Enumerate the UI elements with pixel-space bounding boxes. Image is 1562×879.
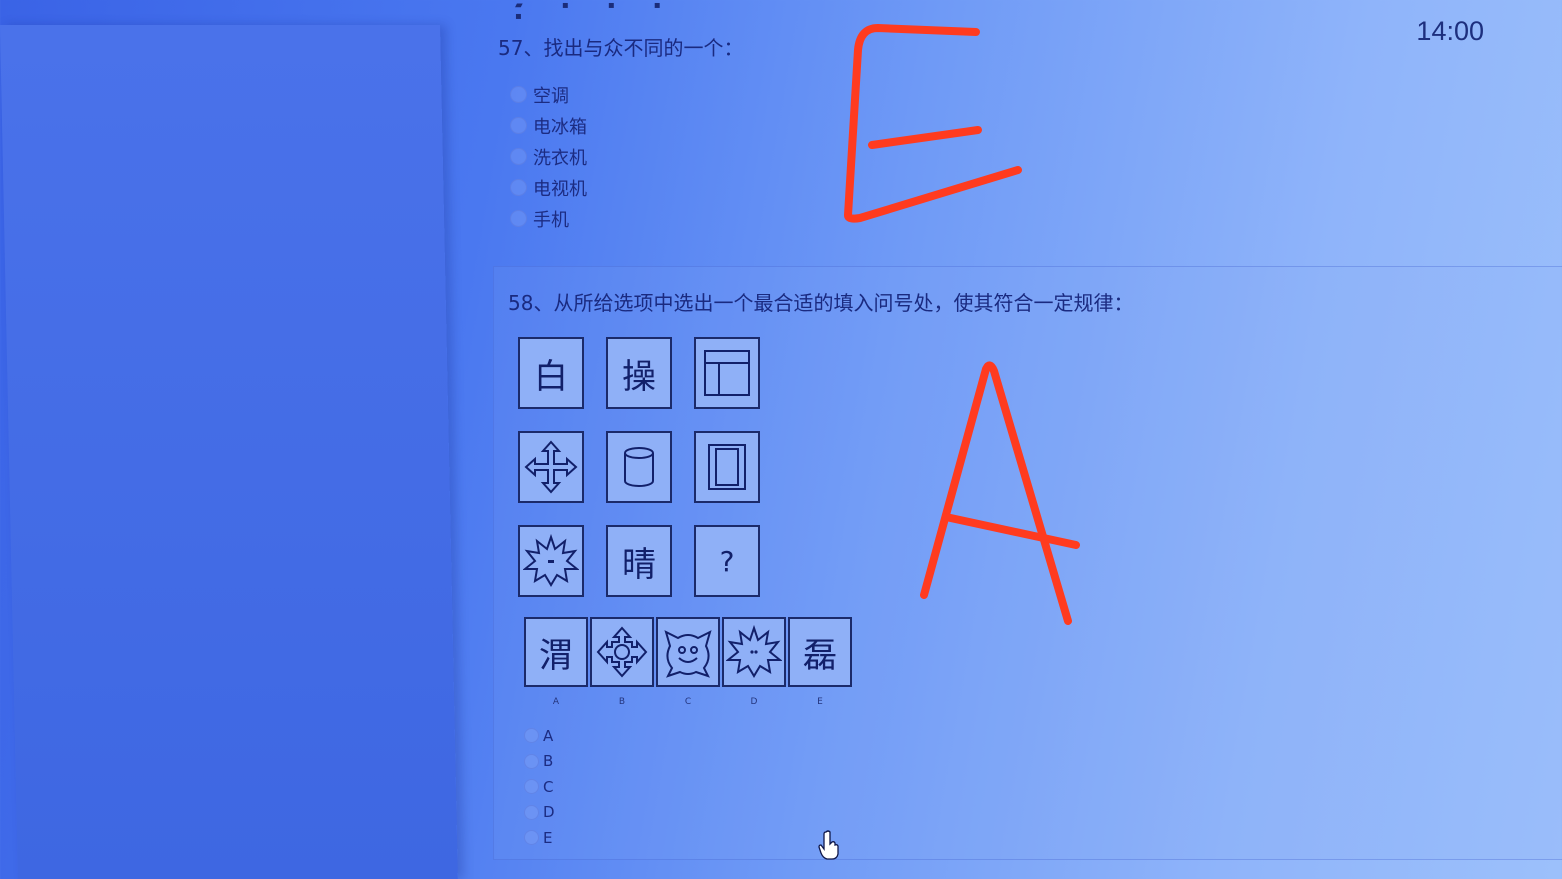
cylinder-icon <box>606 431 672 503</box>
q58-options: A B C D E <box>524 723 555 851</box>
radio-button[interactable] <box>524 753 539 769</box>
top-toolbar-glyphs: ▰ ▪ ▪ ▪ ▪ <box>515 0 679 22</box>
question-58: 58、从所给选项中选出一个最合适的填入问号处，使其符合一定规律： 白 操 晴 ?… <box>493 266 1562 860</box>
radio-button[interactable] <box>510 148 527 165</box>
four-arrows-icon <box>518 431 584 503</box>
q58-option[interactable]: C <box>524 774 555 800</box>
answer-figure-c: C <box>656 617 720 707</box>
figure-grid: 白 操 晴 ? <box>518 337 760 597</box>
q57-option[interactable]: 电冰箱 <box>510 110 743 141</box>
q57-option[interactable]: 手机 <box>510 203 743 234</box>
question-57-title: 57、找出与众不同的一个： <box>498 36 744 60</box>
answer-figure-text: 磊 <box>788 617 852 687</box>
handwritten-e-annotation <box>844 24 1022 223</box>
answer-letter: A <box>552 697 560 707</box>
q58-option[interactable]: D <box>524 800 555 826</box>
answer-figure-e: 磊 E <box>788 617 852 707</box>
q58-option[interactable]: A <box>524 723 555 749</box>
q58-option[interactable]: B <box>524 749 555 775</box>
radio-button[interactable] <box>510 179 527 196</box>
q57-option[interactable]: 电视机 <box>510 172 743 203</box>
q57-option[interactable]: 洗衣机 <box>510 141 743 172</box>
answer-letter: C <box>684 697 692 707</box>
radio-button[interactable] <box>510 117 527 134</box>
hand-cursor-icon <box>818 830 839 860</box>
double-rectangle-icon <box>694 431 760 503</box>
radio-button[interactable] <box>510 86 527 103</box>
answer-figure-d: D <box>722 617 786 707</box>
question-58-title: 58、从所给选项中选出一个最合适的填入问号处，使其符合一定规律： <box>508 291 1134 315</box>
answer-letter: D <box>750 697 758 707</box>
answer-figure-a: 渭 A <box>524 617 588 707</box>
radio-button[interactable] <box>524 728 539 744</box>
question-mark-figure: ? <box>694 525 760 597</box>
answer-figure-b: B <box>590 617 654 707</box>
answer-figure-text: 渭 <box>524 617 588 687</box>
grid-figure: 白 <box>518 337 584 409</box>
answer-letter: B <box>618 697 626 707</box>
left-panel <box>0 25 458 879</box>
radio-button[interactable] <box>524 804 539 820</box>
q58-option[interactable]: E <box>524 825 555 851</box>
q57-option[interactable]: 空调 <box>510 79 743 110</box>
window-frame-icon <box>694 337 760 409</box>
question-57: 57、找出与众不同的一个： 空调 电冰箱 洗衣机 电视机 手机 <box>498 32 743 234</box>
radio-button[interactable] <box>524 830 539 846</box>
answer-figures: 渭 A B C D 磊 E <box>524 617 852 707</box>
smiley-star-icon <box>656 617 720 687</box>
answer-letter: E <box>817 697 823 707</box>
starburst-icon <box>518 525 584 597</box>
timer-display: 14:00 <box>1416 16 1484 46</box>
radio-button[interactable] <box>524 779 539 795</box>
grid-figure: 晴 <box>606 525 672 597</box>
grid-figure: 操 <box>606 337 672 409</box>
starburst-dots-icon <box>722 617 786 687</box>
arrows-circle-icon <box>590 617 654 687</box>
radio-button[interactable] <box>510 210 527 227</box>
